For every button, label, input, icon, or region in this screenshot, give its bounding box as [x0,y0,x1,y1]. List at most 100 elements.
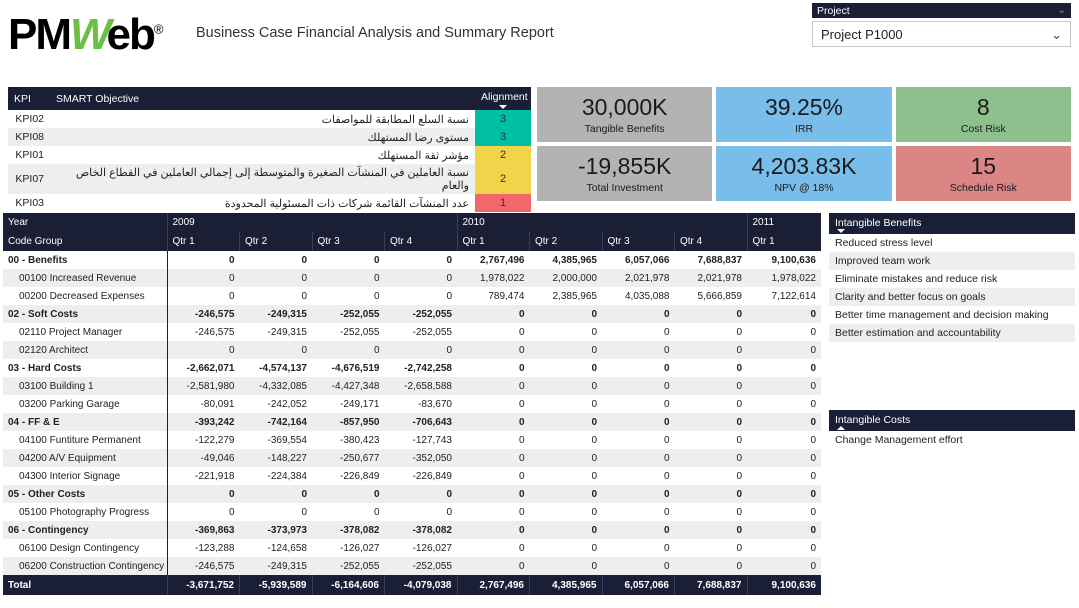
total-value-cell: 7,688,837 [674,575,748,595]
alignment-column-header-text: Alignment [481,91,528,103]
kpi-alignment-cell: 2 [475,146,531,164]
sort-ascending-icon [837,426,845,430]
quarter-header-cell[interactable]: Qtr 2 [239,232,313,251]
value-cell: -126,027 [312,539,385,557]
value-cell: 0 [747,413,821,431]
kpi-id-cell: KPI08 [8,128,50,146]
value-cell: -252,055 [384,305,457,323]
value-cell: 0 [674,503,747,521]
kpi-table: KPI SMART Objective Alignment KPI02 نسبة … [8,87,531,212]
value-cell: -122,279 [166,431,240,449]
value-cell: 0 [529,377,602,395]
value-cell: -2,662,071 [166,359,240,377]
value-cell: 0 [674,395,747,413]
code-group-cell: 04 - FF & E [3,413,167,431]
value-cell: 0 [602,431,675,449]
value-cell: 0 [747,485,821,503]
kpi-row: KPI03 عدد المنشآت القائمة شركات ذات المسئ… [8,194,531,212]
value-cell: 0 [166,287,240,305]
intangible-benefit-item: Better estimation and accountability [829,324,1075,342]
value-cell: 0 [529,449,602,467]
value-cell: 0 [457,557,530,575]
metric-card-label: Total Investment [586,182,663,194]
table-row: 00 - Benefits 0 0 0 0 2,767,496 4,385,965 6,057… [3,251,821,269]
quarter-header-cell[interactable]: Qtr 1 [167,232,240,251]
value-cell: 2,021,978 [674,269,747,287]
value-cell: 0 [747,521,821,539]
value-cell: 0 [529,323,602,341]
value-cell: 0 [602,413,675,431]
metric-card-value: 15 [970,153,997,179]
value-cell: 0 [457,485,530,503]
kpi-alignment-cell: 3 [475,128,531,146]
value-cell: 2,000,000 [529,269,602,287]
quarter-header-cell[interactable]: Qtr 1 [457,232,530,251]
value-cell: 0 [674,467,747,485]
metric-card-value: 39.25% [764,94,843,120]
value-cell: 9,100,636 [747,251,821,269]
total-value-cell: -3,671,752 [167,575,240,595]
code-group-cell: 04200 A/V Equipment [3,449,167,467]
kpi-alignment-cell: 3 [475,110,531,128]
financial-table-head: Year 2009 2010 2011 Code Group Qtr 1 Qtr 2 Qtr… [3,213,821,251]
code-group-header[interactable]: Code Group [3,232,168,251]
value-cell: 0 [312,485,385,503]
table-row: 00100 Increased Revenue 0 0 0 0 1,978,022 2,00… [3,269,821,287]
total-value-cell: 6,057,066 [602,575,675,595]
total-value-cell: -6,164,606 [312,575,385,595]
value-cell: 0 [166,485,240,503]
value-cell: -226,849 [312,467,385,485]
value-cell: 0 [457,539,530,557]
code-group-cell: 03100 Building 1 [3,377,167,395]
value-cell: 0 [239,341,312,359]
value-cell: -369,554 [239,431,312,449]
quarter-header-cell[interactable]: Qtr 1 [747,232,821,251]
quarter-header-cell[interactable]: Qtr 3 [312,232,385,251]
value-cell: -83,670 [384,395,457,413]
smart-objective-column-header[interactable]: SMART Objective [50,87,475,110]
quarter-header-cell[interactable]: Qtr 4 [384,232,458,251]
quarter-header-cell[interactable]: Qtr 2 [529,232,603,251]
intangible-benefit-item: Clarity and better focus on goals [829,288,1075,306]
value-cell: 0 [602,395,675,413]
year-header-cell[interactable]: 2010 [457,213,748,232]
value-cell: 0 [602,557,675,575]
quarter-header-cell[interactable]: Qtr 3 [602,232,675,251]
quarter-header-cell[interactable]: Qtr 4 [674,232,748,251]
project-filter-label-text: Project [817,5,850,17]
alignment-column-header[interactable]: Alignment [475,87,531,110]
value-cell: 0 [747,305,821,323]
value-cell: 0 [384,485,457,503]
kpi-row: KPI07 نسبة العاملين في المنشآت الصغيرة وا… [8,164,531,194]
kpi-objective-cell: مستوى رضا المستهلك [50,128,475,146]
value-cell: -4,332,085 [239,377,312,395]
value-cell: -373,973 [239,521,312,539]
value-cell: 0 [457,521,530,539]
intangible-benefits-header[interactable]: Intangible Benefits [829,213,1075,234]
value-cell: 0 [457,413,530,431]
year-header-cell[interactable]: 2011 [747,213,821,232]
value-cell: -226,849 [384,467,457,485]
metric-card-label: Tangible Benefits [584,123,665,135]
metric-card-value: 4,203.83K [751,153,857,179]
kpi-column-header[interactable]: KPI [8,87,50,110]
kpi-row: KPI08 مستوى رضا المستهلك 3 [8,128,531,146]
code-group-cell: 02 - Soft Costs [3,305,167,323]
value-cell: 0 [674,323,747,341]
year-header-cell[interactable]: 2009 [167,213,458,232]
value-cell: 2,767,496 [457,251,530,269]
kpi-row: KPI02 نسبة السلع المطابقة للمواصفات 3 [8,110,531,128]
page-title: Business Case Financial Analysis and Sum… [196,25,554,41]
kpi-row: KPI01 مؤشر ثقة المستهلك 2 [8,146,531,164]
code-group-cell: 00100 Increased Revenue [3,269,167,287]
project-select[interactable]: Project P1000 ⌄ [812,21,1071,47]
intangible-costs-header[interactable]: Intangible Costs [829,410,1075,431]
value-cell: -127,743 [384,431,457,449]
value-cell: 0 [312,287,385,305]
value-cell: 0 [239,287,312,305]
value-cell: 0 [457,377,530,395]
value-cell: 5,666,859 [674,287,747,305]
metric-card-label: NPV @ 18% [774,182,834,194]
value-cell: 0 [674,521,747,539]
value-cell: 0 [529,557,602,575]
